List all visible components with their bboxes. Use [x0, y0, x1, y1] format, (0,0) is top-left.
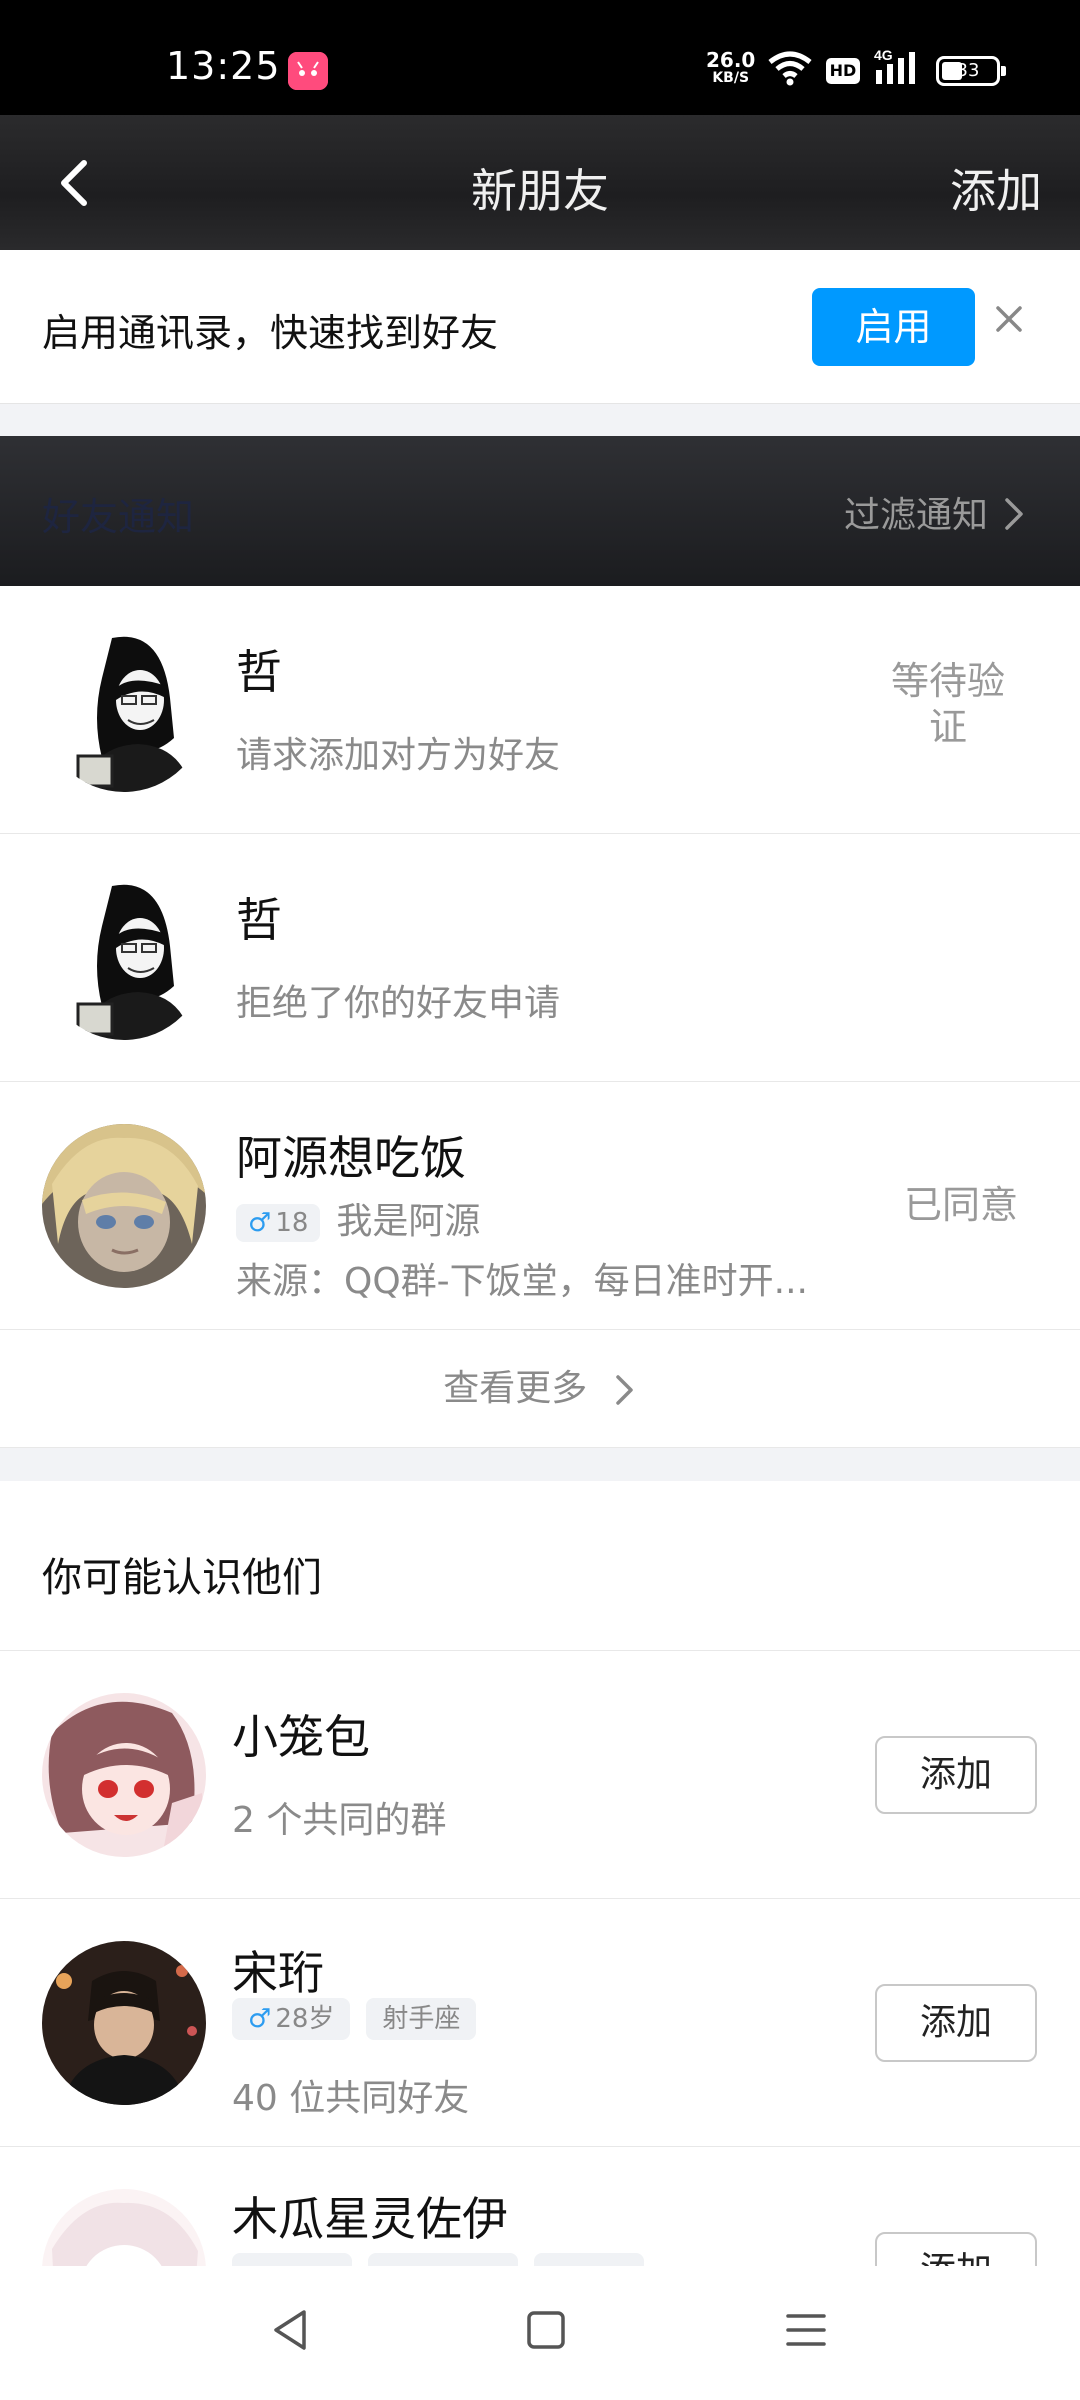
- triangle-back-icon: [274, 2310, 306, 2350]
- contact-name: 木瓜星灵佐伊: [232, 2192, 508, 2246]
- profile-info: ♂ 18 我是阿源: [236, 1192, 480, 1244]
- network-type: 4G: [874, 48, 893, 63]
- suggestions-title: 你可能认识他们: [42, 1555, 322, 1601]
- male-icon: ♂: [248, 2004, 272, 2034]
- hd-badge: HD: [826, 58, 860, 84]
- speed-unit: KB/S: [712, 70, 750, 86]
- gender-age-badge: ♂ 28岁: [232, 1998, 351, 2040]
- notification-section-title: 好友通知: [42, 495, 195, 539]
- filter-notifications-button[interactable]: 过滤通知: [844, 486, 988, 538]
- contact-name: 宋珩: [232, 1946, 324, 2000]
- nav-back-button[interactable]: [266, 2306, 314, 2358]
- add-button[interactable]: 添加: [875, 1984, 1037, 2062]
- age-value: 18: [275, 1208, 309, 1238]
- notification-item[interactable]: 阿源想吃饭 ♂ 18 我是阿源 来源：QQ群-下饭堂，每日准时开... 已同意: [0, 1082, 1080, 1330]
- avatar: [42, 876, 206, 1040]
- contact-name: 阿源想吃饭: [236, 1131, 466, 1185]
- nav-menu-button[interactable]: [782, 2306, 830, 2358]
- contact-name: 小笼包: [232, 1710, 370, 1764]
- page-title: 新朋友: [471, 164, 609, 218]
- add-button[interactable]: 添加: [875, 1736, 1037, 1814]
- avatar: [42, 1124, 206, 1288]
- avatar: [42, 1693, 206, 1857]
- avatar: [42, 628, 206, 792]
- view-more-button[interactable]: 查看更多: [0, 1330, 1080, 1448]
- network-speed: 26.0 KB/S: [706, 50, 755, 86]
- battery-icon: 33: [936, 56, 1006, 86]
- close-banner-button[interactable]: [992, 302, 1026, 340]
- tag-badge: [368, 2253, 518, 2266]
- app-notification-icon: [288, 52, 328, 90]
- suggestions-header: 你可能认识他们: [0, 1481, 1080, 1651]
- view-more-label: 查看更多: [443, 1368, 588, 1409]
- chevron-right-icon: [615, 1375, 633, 1405]
- contacts-banner: 启用通讯录，快速找到好友 启用: [0, 250, 1080, 403]
- male-icon: ♂: [248, 1208, 272, 1238]
- speed-value: 26.0: [706, 48, 756, 72]
- enable-contacts-button[interactable]: 启用: [812, 288, 975, 366]
- battery-level: 33: [956, 60, 980, 81]
- intro-text: 我是阿源: [336, 1201, 481, 1242]
- add-button[interactable]: 添加: [875, 2232, 1037, 2266]
- avatar: [42, 2189, 206, 2266]
- profile-tags: [232, 2253, 660, 2266]
- mutual-info: 2 个共同的群: [232, 1800, 447, 1841]
- section-divider: [0, 1448, 1080, 1481]
- tag-badge: [232, 2253, 352, 2266]
- mutual-info: 40 位共同好友: [232, 2078, 470, 2119]
- status-label: 已同意: [903, 1183, 1018, 1227]
- notification-message: 拒绝了你的好友申请: [236, 983, 561, 1024]
- contact-name: 哲: [236, 893, 282, 947]
- suggestion-item[interactable]: 小笼包 2 个共同的群 添加: [0, 1651, 1080, 1899]
- status-bar: 13:25 26.0 KB/S HD 4G 33: [0, 0, 1080, 115]
- friend-notification-header: 好友通知 过滤通知: [0, 436, 1080, 586]
- square-home-icon: [527, 2311, 565, 2349]
- signal-icon: 4G: [874, 47, 924, 92]
- gender-age-badge: ♂ 18: [236, 1204, 321, 1242]
- source-text: 来源：QQ群-下饭堂，每日准时开...: [236, 1261, 808, 1302]
- avatar: [42, 1941, 206, 2105]
- section-divider: [0, 403, 1080, 436]
- banner-text: 启用通讯录，快速找到好友: [42, 311, 499, 355]
- menu-icon: [786, 2314, 826, 2346]
- title-bar: 新朋友 添加: [0, 115, 1080, 250]
- clock: 13:25: [166, 44, 281, 88]
- notification-item[interactable]: 哲 请求添加对方为好友 等待验证: [0, 586, 1080, 834]
- zodiac-badge: 射手座: [366, 1998, 477, 2040]
- age-value: 28岁: [275, 2004, 335, 2034]
- profile-tags: ♂ 28岁 射手座: [232, 1997, 492, 2040]
- wifi-icon: [768, 50, 812, 90]
- suggestion-item[interactable]: 木瓜星灵佐伊 添加: [0, 2147, 1080, 2266]
- chevron-right-icon: [1002, 496, 1026, 536]
- status-label: 等待验证: [890, 659, 1005, 749]
- contact-name: 哲: [236, 645, 282, 699]
- tag-badge: [534, 2253, 644, 2266]
- add-friend-button[interactable]: 添加: [950, 155, 1042, 221]
- close-icon: [996, 306, 1022, 332]
- notification-message: 请求添加对方为好友: [236, 735, 561, 776]
- notification-item[interactable]: 哲 拒绝了你的好友申请: [0, 834, 1080, 1082]
- nav-home-button[interactable]: [522, 2306, 570, 2358]
- system-navigation-bar: [0, 2266, 1080, 2400]
- suggestion-item[interactable]: 宋珩 ♂ 28岁 射手座 40 位共同好友 添加: [0, 1899, 1080, 2147]
